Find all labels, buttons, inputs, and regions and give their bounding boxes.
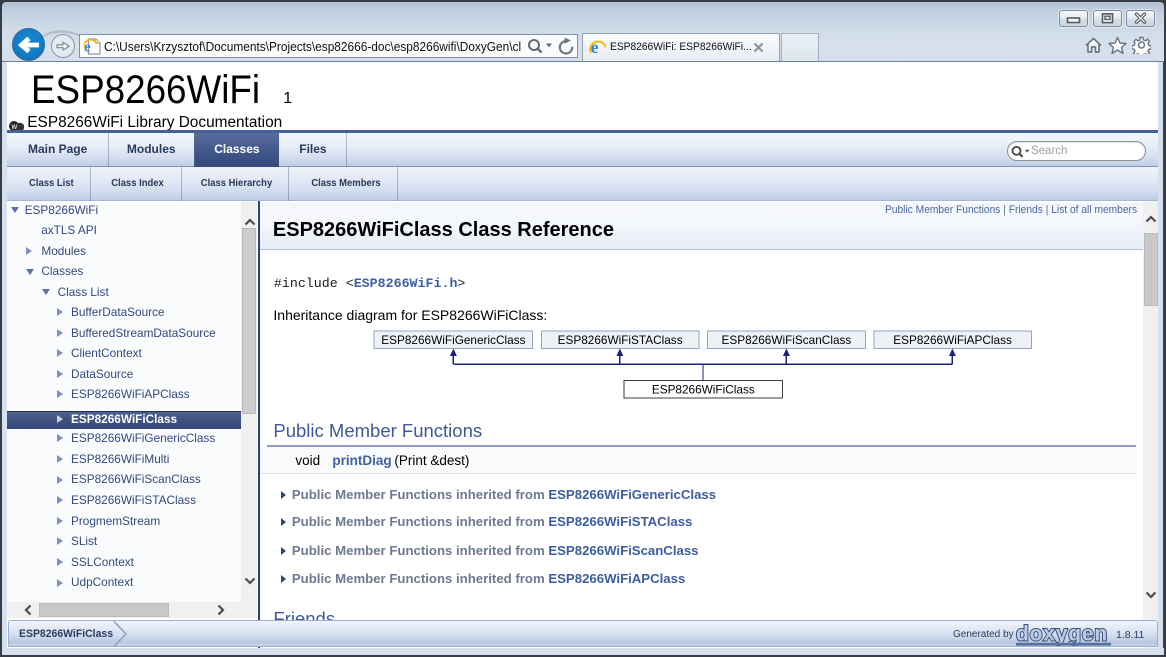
svg-text:doxygen: doxygen bbox=[1016, 623, 1108, 646]
svg-text:ESP8266WiFiScanClass: ESP8266WiFiScanClass bbox=[722, 333, 852, 347]
svg-text:ESP8266WiFiGenericClass: ESP8266WiFiGenericClass bbox=[382, 333, 526, 347]
svg-text:ESP8266WiFiAPClass: ESP8266WiFiAPClass bbox=[894, 333, 1013, 347]
svg-text:ESP8266WiFiClass: ESP8266WiFiClass bbox=[652, 383, 755, 397]
svg-text:ESP8266WiFiSTAClass: ESP8266WiFiSTAClass bbox=[558, 333, 683, 347]
